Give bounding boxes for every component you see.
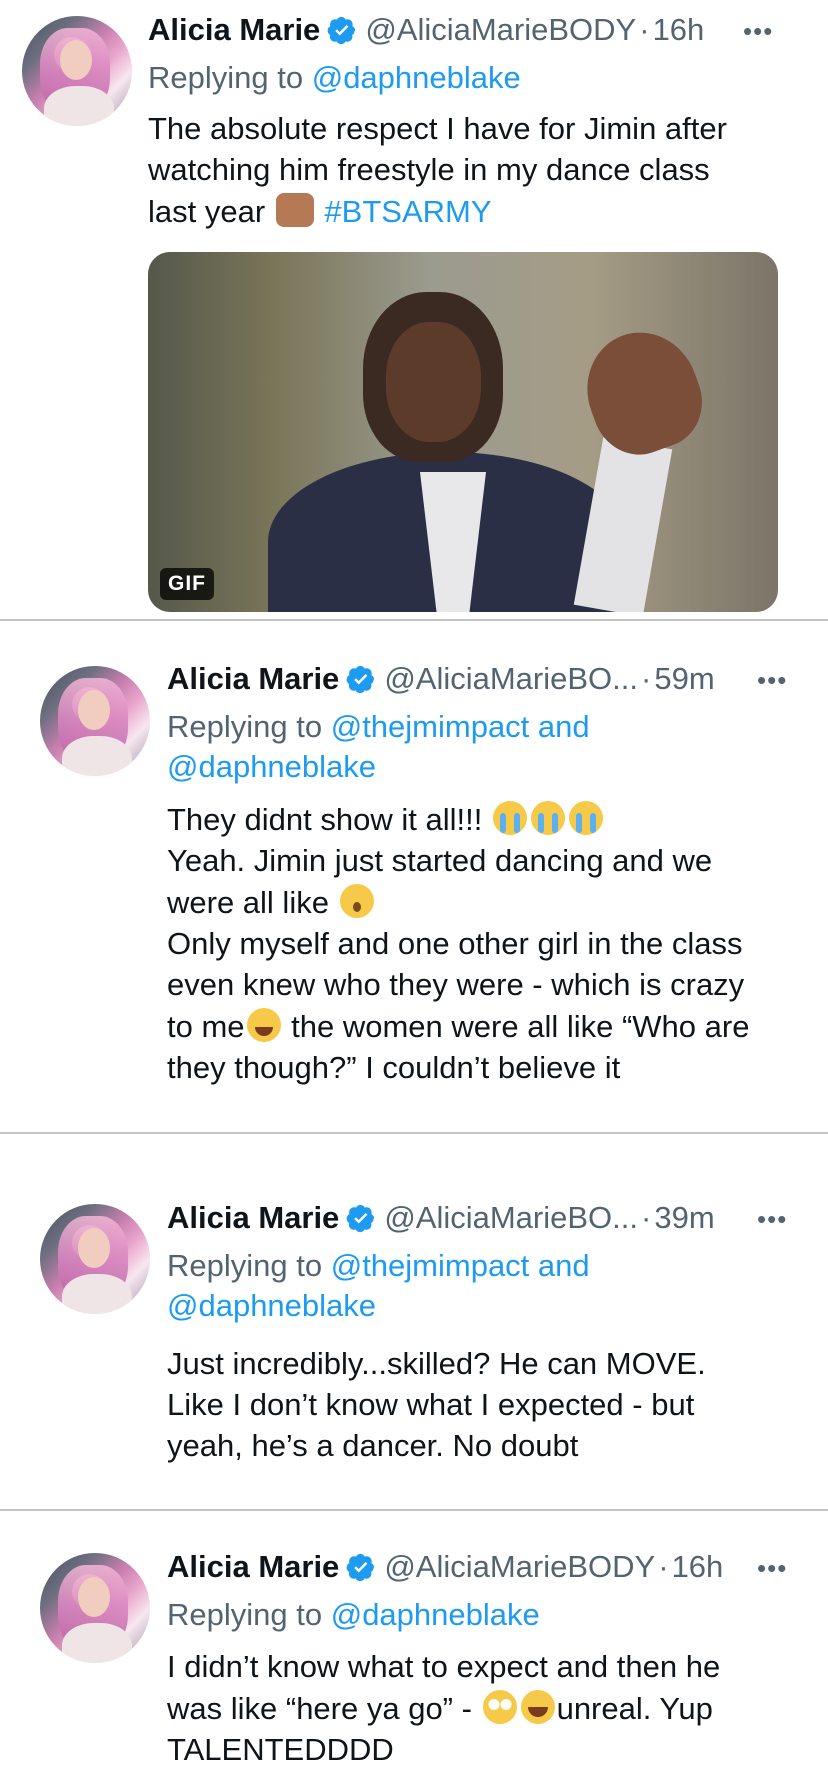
more-options-icon[interactable]: ••• (757, 665, 787, 696)
tweet-text: I didn’t know what to expect and then he… (167, 1649, 721, 1767)
handle[interactable]: @AliciaMarieBODY (365, 12, 636, 48)
loudly-crying-emoji-icon (568, 801, 603, 835)
more-options-icon[interactable]: ••• (757, 1204, 787, 1235)
flushed-face-emoji-icon (482, 1690, 517, 1724)
tweet-3[interactable]: Alicia Marie @AliciaMarieBO... · 39m •••… (0, 1134, 828, 1508)
more-options-icon[interactable]: ••• (743, 16, 773, 47)
timestamp[interactable]: 59m (654, 661, 714, 697)
handle[interactable]: @AliciaMarieBO... (384, 661, 638, 697)
display-name[interactable]: Alicia Marie (148, 12, 320, 48)
replying-to: Replying to @thejmimpact and @daphneblak… (167, 1246, 590, 1326)
avatar[interactable] (40, 1204, 150, 1314)
display-name[interactable]: Alicia Marie (167, 1549, 339, 1585)
mention-link[interactable]: @thejmimpact and (331, 1248, 590, 1283)
more-options-icon[interactable]: ••• (757, 1553, 787, 1584)
avatar[interactable] (40, 1553, 150, 1663)
timestamp[interactable]: 16h (653, 12, 705, 48)
verified-badge-icon (346, 1204, 375, 1233)
gif-badge: GIF (160, 568, 214, 600)
timestamp[interactable]: 39m (654, 1200, 714, 1236)
loudly-crying-emoji-icon (530, 801, 565, 835)
mention-link[interactable]: @daphneblake (331, 1597, 540, 1632)
handle[interactable]: @AliciaMarieBO... (384, 1200, 638, 1236)
hushed-face-emoji-icon (339, 884, 374, 918)
verified-badge-icon (346, 1553, 375, 1582)
handle[interactable]: @AliciaMarieBODY (384, 1549, 655, 1585)
avatar[interactable] (40, 666, 150, 776)
replying-to: Replying to @daphneblake (167, 1597, 540, 1632)
tweet-1[interactable]: Alicia Marie @AliciaMarieBODY · 16h ••• … (0, 0, 828, 618)
mention-link[interactable]: @daphneblake (167, 1286, 590, 1326)
mention-link[interactable]: @thejmimpact and (331, 709, 590, 744)
raising-hands-emoji-icon (275, 193, 314, 227)
tweet-2[interactable]: Alicia Marie @AliciaMarieBO... · 59m •••… (0, 621, 828, 1131)
avatar[interactable] (22, 16, 132, 126)
tweet-text: They didnt show it all!!! Yeah. Jimin ju… (167, 801, 750, 1085)
tweet-text: The absolute respect I have for Jimin af… (148, 111, 727, 229)
tweet-4[interactable]: Alicia Marie @AliciaMarieBODY · 16h ••• … (0, 1511, 828, 1792)
replying-to: Replying to @thejmimpact and @daphneblak… (167, 707, 590, 787)
verified-badge-icon (346, 665, 375, 694)
replying-to: Replying to @daphneblake (148, 60, 521, 95)
tweet-text: Just incredibly...skilled? He can MOVE. … (167, 1346, 706, 1463)
timestamp[interactable]: 16h (672, 1549, 724, 1585)
squinting-face-emoji-icon (246, 1008, 281, 1042)
mention-link[interactable]: @daphneblake (312, 60, 521, 95)
gif-media[interactable]: GIF (148, 252, 778, 612)
loudly-crying-emoji-icon (492, 801, 527, 835)
grinning-face-emoji-icon (520, 1690, 555, 1724)
mention-link[interactable]: @daphneblake (167, 747, 590, 787)
display-name[interactable]: Alicia Marie (167, 661, 339, 697)
verified-badge-icon (327, 16, 356, 45)
hashtag-link[interactable]: #BTSARMY (324, 194, 491, 229)
display-name[interactable]: Alicia Marie (167, 1200, 339, 1236)
